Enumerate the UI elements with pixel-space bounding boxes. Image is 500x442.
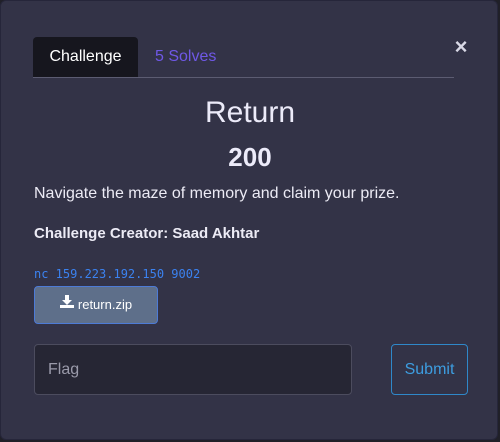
close-icon: ×	[454, 34, 468, 59]
download-file-button[interactable]: return.zip	[34, 286, 158, 324]
challenge-name: Return	[204, 96, 296, 129]
tab-solves[interactable]: 5 Solves	[155, 37, 216, 77]
challenge-creator: Challenge Creator: Saad Akhtar	[34, 225, 260, 242]
download-file-label: return.zip	[77, 297, 133, 312]
challenge-points: 200	[228, 142, 272, 172]
challenge-description: Navigate the maze of memory and claim yo…	[34, 185, 400, 202]
close-button[interactable]: ×	[452, 36, 470, 58]
connection-string: nc 159.223.192.150 9002	[34, 267, 201, 281]
flag-input[interactable]	[34, 344, 352, 395]
tab-challenge[interactable]: Challenge	[33, 37, 138, 77]
tab-bar: Challenge 5 Solves	[33, 37, 454, 78]
submit-button[interactable]: Submit	[391, 344, 468, 395]
download-icon	[59, 286, 74, 322]
challenge-modal: × Challenge 5 Solves Return 200 Navigate…	[0, 0, 498, 440]
